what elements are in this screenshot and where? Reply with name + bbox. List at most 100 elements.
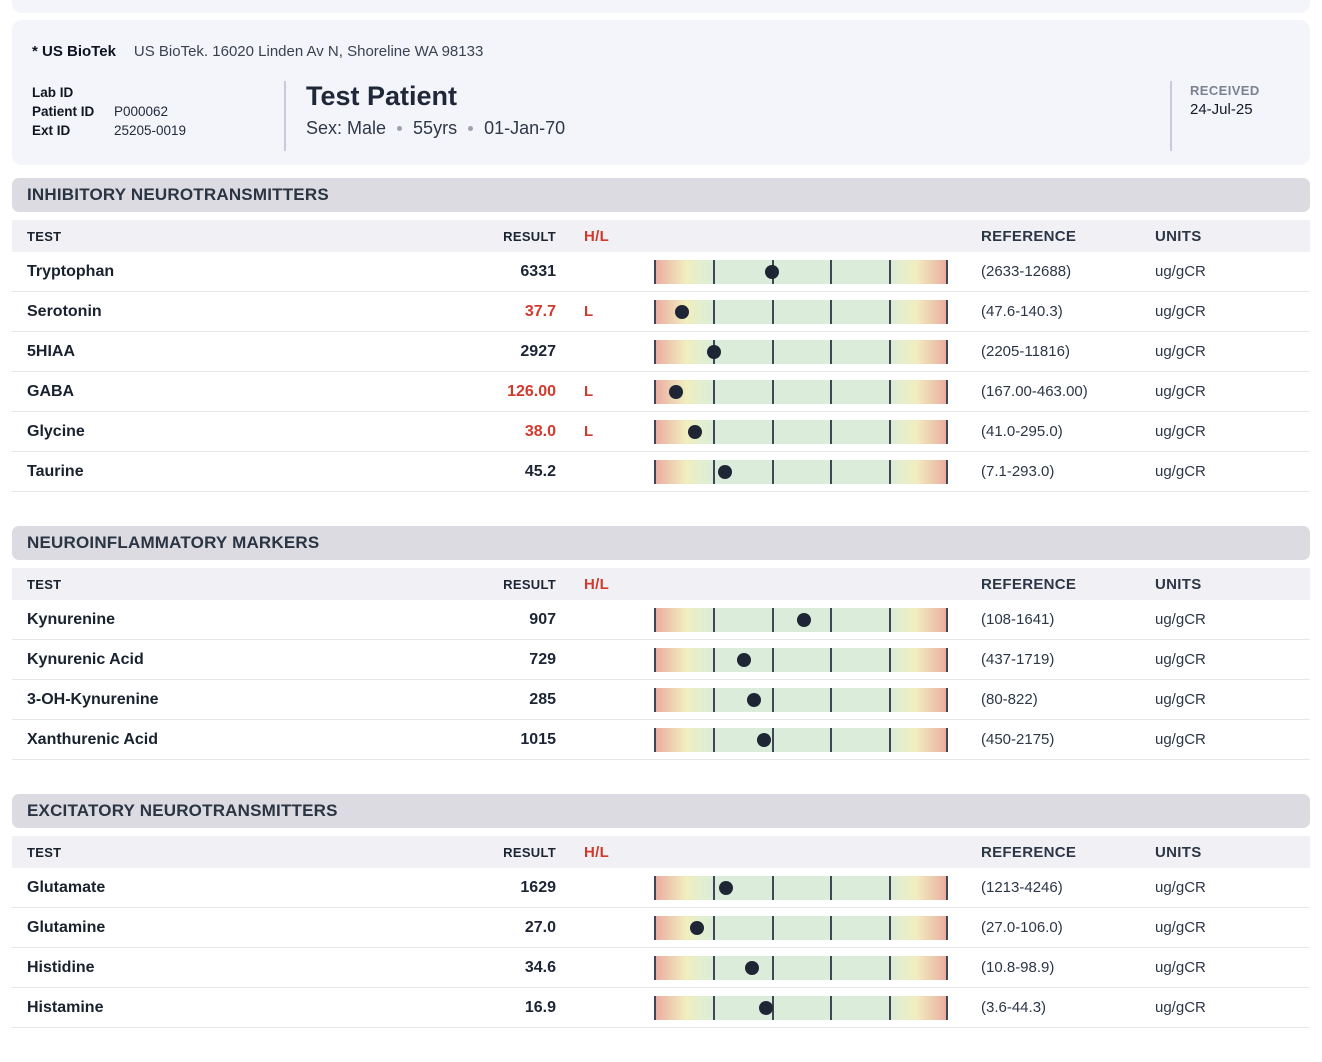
range-tick [830, 688, 832, 712]
reference-range: (10.8-98.9) [981, 959, 1155, 976]
range-bar-cell [654, 956, 981, 980]
reference-range-bar [654, 300, 948, 324]
range-tick [889, 608, 891, 632]
range-bar-cell [654, 648, 981, 672]
range-tick [654, 300, 656, 324]
table-header-row: TEST RESULT H/L REFERENCE UNITS [12, 836, 1310, 868]
range-bar-cell [654, 876, 981, 900]
range-bar-cell [654, 300, 981, 324]
range-bar-cell [654, 996, 981, 1020]
range-tick [946, 956, 948, 980]
table-rows: Kynurenine 907 (108-1641) ug/gCR Kynuren… [12, 600, 1310, 760]
patient-dob: 01-Jan-70 [484, 118, 565, 139]
range-tick [654, 916, 656, 940]
table-row: Glutamine 27.0 (27.0-106.0) ug/gCR [12, 908, 1310, 948]
range-tick [713, 300, 715, 324]
range-tick [830, 260, 832, 284]
test-name: Glycine [12, 423, 466, 441]
range-tick [946, 728, 948, 752]
range-tick [772, 916, 774, 940]
reference-range-bar [654, 728, 948, 752]
table-row: Tryptophan 6331 (2633-12688) ug/gCR [12, 252, 1310, 292]
range-tick [889, 648, 891, 672]
range-tick [889, 420, 891, 444]
table-row: Glycine 38.0 L (41.0-295.0) ug/gCR [12, 412, 1310, 452]
patient-header-card: * US BioTek US BioTek. 16020 Linden Av N… [12, 20, 1310, 165]
units-value: ug/gCR [1155, 423, 1310, 440]
table-row: Histamine 16.9 (3.6-44.3) ug/gCR [12, 988, 1310, 1028]
result-value: 6331 [466, 263, 556, 281]
range-tick [772, 876, 774, 900]
test-name: Xanthurenic Acid [12, 731, 466, 749]
result-dot [797, 613, 811, 627]
range-tick [654, 460, 656, 484]
range-tick [946, 260, 948, 284]
range-tick [713, 608, 715, 632]
column-header-reference: REFERENCE [981, 576, 1155, 593]
patient-id-label: Patient ID [32, 102, 114, 121]
range-tick [713, 460, 715, 484]
units-value: ug/gCR [1155, 343, 1310, 360]
hl-flag: L [556, 383, 654, 400]
received-date: 24-Jul-25 [1190, 101, 1290, 118]
result-value: 126.00 [466, 383, 556, 401]
range-tick [889, 728, 891, 752]
result-value: 16.9 [466, 999, 556, 1017]
reference-range-bar [654, 608, 948, 632]
range-tick [830, 460, 832, 484]
result-value: 2927 [466, 343, 556, 361]
range-tick [946, 876, 948, 900]
range-tick [713, 956, 715, 980]
range-tick [946, 688, 948, 712]
table-row: Glutamate 1629 (1213-4246) ug/gCR [12, 868, 1310, 908]
range-tick [946, 608, 948, 632]
table-rows: Glutamate 1629 (1213-4246) ug/gCR Glutam… [12, 868, 1310, 1028]
reference-range-bar [654, 956, 948, 980]
column-header-hl: H/L [556, 228, 654, 245]
reference-range-bar [654, 260, 948, 284]
range-tick [889, 956, 891, 980]
units-value: ug/gCR [1155, 463, 1310, 480]
range-tick [830, 300, 832, 324]
result-dot [765, 265, 779, 279]
patient-info-row: Lab ID Patient ID P000062 Ext ID 25205-0… [32, 81, 1290, 151]
test-name: Serotonin [12, 303, 466, 321]
reference-range: (7.1-293.0) [981, 463, 1155, 480]
column-header-reference: REFERENCE [981, 844, 1155, 861]
range-tick [889, 876, 891, 900]
bullet-separator-icon [397, 126, 402, 131]
patient-id-line: Patient ID P000062 [32, 102, 284, 121]
column-header-result: RESULT [466, 577, 556, 592]
results-table: TEST RESULT H/L REFERENCE UNITS Tryptoph… [12, 220, 1310, 492]
result-value: 34.6 [466, 959, 556, 977]
units-value: ug/gCR [1155, 691, 1310, 708]
units-value: ug/gCR [1155, 731, 1310, 748]
test-name: Taurine [12, 463, 466, 481]
range-tick [772, 380, 774, 404]
range-bar-cell [654, 916, 981, 940]
range-tick [889, 688, 891, 712]
result-value: 285 [466, 691, 556, 709]
result-dot [747, 693, 761, 707]
reference-range: (2205-11816) [981, 343, 1155, 360]
range-bar-cell [654, 460, 981, 484]
received-block: RECEIVED 24-Jul-25 [1190, 81, 1290, 118]
result-dot [719, 881, 733, 895]
range-tick [946, 648, 948, 672]
report-section: NEUROINFLAMMATORY MARKERS TEST RESULT H/… [0, 526, 1322, 760]
range-tick [830, 340, 832, 364]
column-header-reference: REFERENCE [981, 228, 1155, 245]
range-tick [772, 340, 774, 364]
table-row: Xanthurenic Acid 1015 (450-2175) ug/gCR [12, 720, 1310, 760]
section-title: INHIBITORY NEUROTRANSMITTERS [27, 185, 329, 205]
range-tick [889, 460, 891, 484]
result-value: 27.0 [466, 919, 556, 937]
patient-demographics: Sex: Male 55yrs 01-Jan-70 [306, 118, 565, 139]
patient-id-value: P000062 [114, 102, 168, 121]
reference-range-bar [654, 688, 948, 712]
section-header-bar: INHIBITORY NEUROTRANSMITTERS [12, 178, 1310, 212]
column-header-hl: H/L [556, 844, 654, 861]
range-tick [654, 608, 656, 632]
range-tick [654, 648, 656, 672]
units-value: ug/gCR [1155, 879, 1310, 896]
